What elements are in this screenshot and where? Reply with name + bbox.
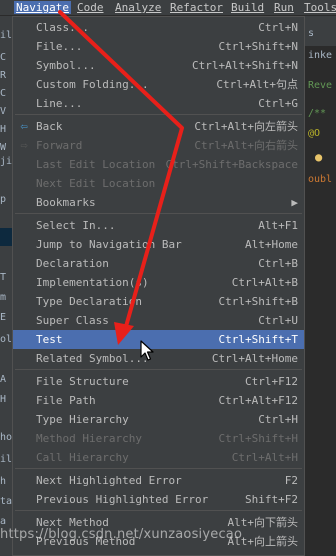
annotation-arrow-line <box>58 10 184 332</box>
watermark: https://blog.csdn.net/xunzaosiyecao <box>0 527 243 542</box>
annotation-arrow <box>58 10 184 345</box>
mouse-pointer-icon <box>140 340 154 361</box>
annotation-arrow-head <box>114 322 134 345</box>
